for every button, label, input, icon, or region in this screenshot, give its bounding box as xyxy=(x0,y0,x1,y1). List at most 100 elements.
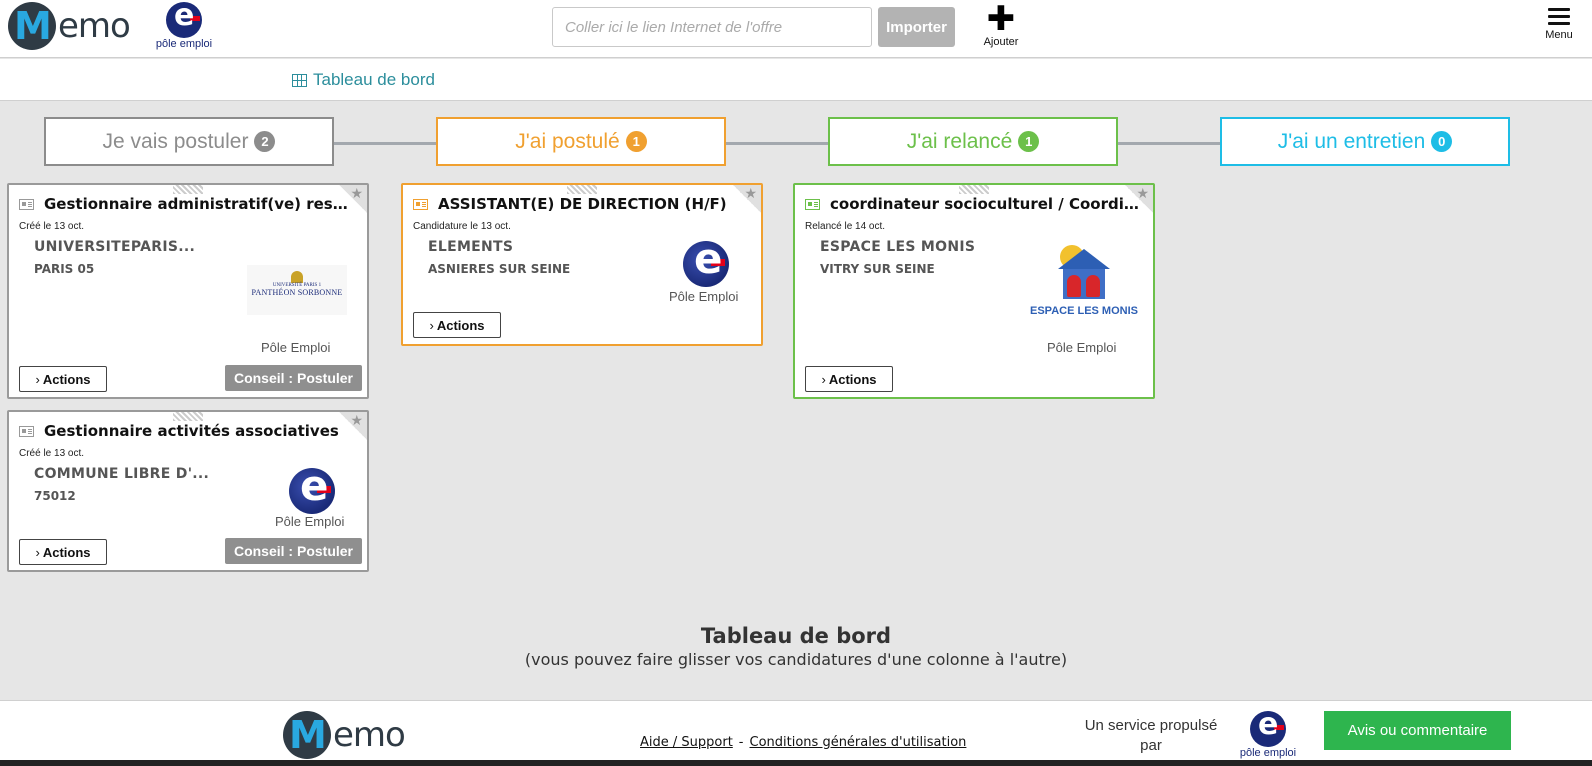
advice-button[interactable]: Conseil : Postuler xyxy=(224,538,362,564)
pole-emploi-icon xyxy=(289,468,335,514)
column-title: J'ai un entretien xyxy=(1277,129,1426,153)
card-date: Candidature le 13 oct. xyxy=(413,221,511,232)
actions-label: Actions xyxy=(42,544,91,560)
column-count-badge: 1 xyxy=(1018,131,1040,152)
actions-button[interactable]: › Actions xyxy=(19,366,107,392)
plus-icon: ✚ xyxy=(986,0,1016,39)
top-bar: M emo pôle emploi Importer ✚ Ajouter Men… xyxy=(0,0,1592,58)
card-title-text: ASSISTANT(E) DE DIRECTION (H/F) xyxy=(438,195,727,213)
chevron-right-icon: › xyxy=(429,317,434,333)
card-title[interactable]: Gestionnaire activités associatives xyxy=(19,422,353,440)
offer-url-input[interactable] xyxy=(552,7,872,47)
memo-logo-text: emo xyxy=(333,715,406,755)
card-company: ESPACE LES MONIS xyxy=(820,239,976,255)
company-logo xyxy=(683,241,729,287)
newspaper-icon xyxy=(19,198,34,210)
help-support-link[interactable]: Aide / Support xyxy=(640,735,733,750)
pole-emploi-logo[interactable]: pôle emploi xyxy=(152,2,216,50)
column-title: J'ai relancé xyxy=(906,129,1013,153)
actions-label: Actions xyxy=(436,317,485,333)
newspaper-icon xyxy=(805,198,820,210)
actions-button[interactable]: › Actions xyxy=(413,312,501,338)
card-title-text: Gestionnaire administratif(ve) ressou... xyxy=(44,195,353,213)
newspaper-icon xyxy=(19,425,34,437)
column-header-to-apply[interactable]: Je vais postuler 2 xyxy=(44,117,334,166)
company-logo-text: PANTHÉON SORBONNE xyxy=(251,288,343,297)
dashboard-hint-title: Tableau de bord xyxy=(700,624,892,648)
card-title[interactable]: coordinateur socioculturel / Coordina... xyxy=(805,195,1139,213)
memo-logo[interactable]: M emo xyxy=(8,2,131,50)
card-title[interactable]: ASSISTANT(E) DE DIRECTION (H/F) xyxy=(413,195,747,213)
company-logo: UNIVERSITÉ PARIS 1 PANTHÉON SORBONNE xyxy=(247,265,347,315)
application-card[interactable]: ★ ASSISTANT(E) DE DIRECTION (H/F) Candid… xyxy=(401,183,763,346)
actions-button[interactable]: › Actions xyxy=(19,539,107,565)
company-logo-text: ESPACE LES MONIS xyxy=(1030,305,1138,317)
hamburger-icon xyxy=(1548,8,1570,25)
dashboard-hint-subtitle: (vous pouvez faire glisser vos candidatu… xyxy=(524,650,1068,669)
card-city: PARIS 05 xyxy=(34,262,95,276)
card-company: UNIVERSITEPARIS... xyxy=(34,239,196,255)
footer-links: Aide / Support - Conditions générales d'ut… xyxy=(640,735,966,750)
chevron-right-icon: › xyxy=(35,371,40,387)
company-logo: ESPACE LES MONIS xyxy=(1029,245,1139,331)
actions-button[interactable]: › Actions xyxy=(805,366,893,392)
column-title: J'ai postulé xyxy=(515,129,620,153)
footer-pole-emploi-logo[interactable]: pôle emploi xyxy=(1236,711,1300,759)
menu-button[interactable]: Menu xyxy=(1537,8,1581,41)
feedback-button[interactable]: Avis ou commentaire xyxy=(1324,711,1511,750)
application-card[interactable]: ★ Gestionnaire activités associatives Cr… xyxy=(7,410,369,572)
bottom-strip xyxy=(0,760,1592,766)
drag-handle[interactable] xyxy=(567,185,597,194)
offer-source: Pôle Emploi xyxy=(275,514,345,529)
card-city: VITRY SUR SEINE xyxy=(820,262,935,276)
memo-logo-initial: M xyxy=(14,4,52,48)
menu-label: Menu xyxy=(1545,29,1573,41)
terms-link[interactable]: Conditions générales d'utilisation xyxy=(750,735,967,750)
drag-handle[interactable] xyxy=(173,412,203,421)
memo-logo-initial: M xyxy=(289,713,327,757)
column-header-interview[interactable]: J'ai un entretien 0 xyxy=(1220,117,1510,166)
actions-label: Actions xyxy=(42,371,91,387)
chevron-right-icon: › xyxy=(821,371,826,387)
sorbonne-dome-icon xyxy=(291,271,303,283)
column-count-badge: 1 xyxy=(625,131,647,152)
card-date: Relancé le 14 oct. xyxy=(805,221,886,232)
column-count-badge: 2 xyxy=(254,131,276,152)
breadcrumb-dashboard[interactable]: Tableau de bord xyxy=(292,70,435,90)
offer-source: Pôle Emploi xyxy=(261,340,331,355)
column-header-applied[interactable]: J'ai postulé 1 xyxy=(436,117,726,166)
drag-handle[interactable] xyxy=(959,185,989,194)
actions-label: Actions xyxy=(828,371,877,387)
card-title[interactable]: Gestionnaire administratif(ve) ressou... xyxy=(19,195,353,213)
application-card[interactable]: ★ coordinateur socioculturel / Coordina.… xyxy=(793,183,1155,399)
column-count-badge: 0 xyxy=(1431,131,1453,152)
pole-emploi-label: pôle emploi xyxy=(155,38,213,50)
memo-logo-mark: M xyxy=(283,711,331,759)
company-logo xyxy=(289,468,335,514)
offer-source: Pôle Emploi xyxy=(669,289,739,304)
memo-logo-text: emo xyxy=(58,6,131,46)
card-city: 75012 xyxy=(34,489,76,503)
card-title-text: coordinateur socioculturel / Coordina... xyxy=(830,195,1139,213)
card-title-text: Gestionnaire activités associatives xyxy=(44,422,339,440)
card-date: Créé le 13 oct. xyxy=(19,221,85,232)
pole-emploi-icon xyxy=(166,2,202,38)
link-separator: - xyxy=(738,735,744,750)
add-label: Ajouter xyxy=(983,36,1019,48)
footer-memo-logo[interactable]: M emo xyxy=(283,711,406,759)
offer-source: Pôle Emploi xyxy=(1047,340,1117,355)
drag-handle[interactable] xyxy=(173,185,203,194)
advice-button[interactable]: Conseil : Postuler xyxy=(224,365,362,391)
memo-logo-mark: M xyxy=(8,2,56,50)
chevron-right-icon: › xyxy=(35,544,40,560)
newspaper-icon xyxy=(413,198,428,210)
add-button[interactable]: ✚ Ajouter xyxy=(975,2,1027,48)
import-button[interactable]: Importer xyxy=(878,7,955,47)
pole-emploi-icon xyxy=(683,241,729,287)
column-header-followed-up[interactable]: J'ai relancé 1 xyxy=(828,117,1118,166)
application-card[interactable]: ★ Gestionnaire administratif(ve) ressou.… xyxy=(7,183,369,399)
card-company: ELEMENTS xyxy=(428,239,514,255)
card-city: ASNIERES SUR SEINE xyxy=(428,262,571,276)
breadcrumb-label: Tableau de bord xyxy=(313,70,435,89)
pole-emploi-icon xyxy=(1250,711,1286,747)
